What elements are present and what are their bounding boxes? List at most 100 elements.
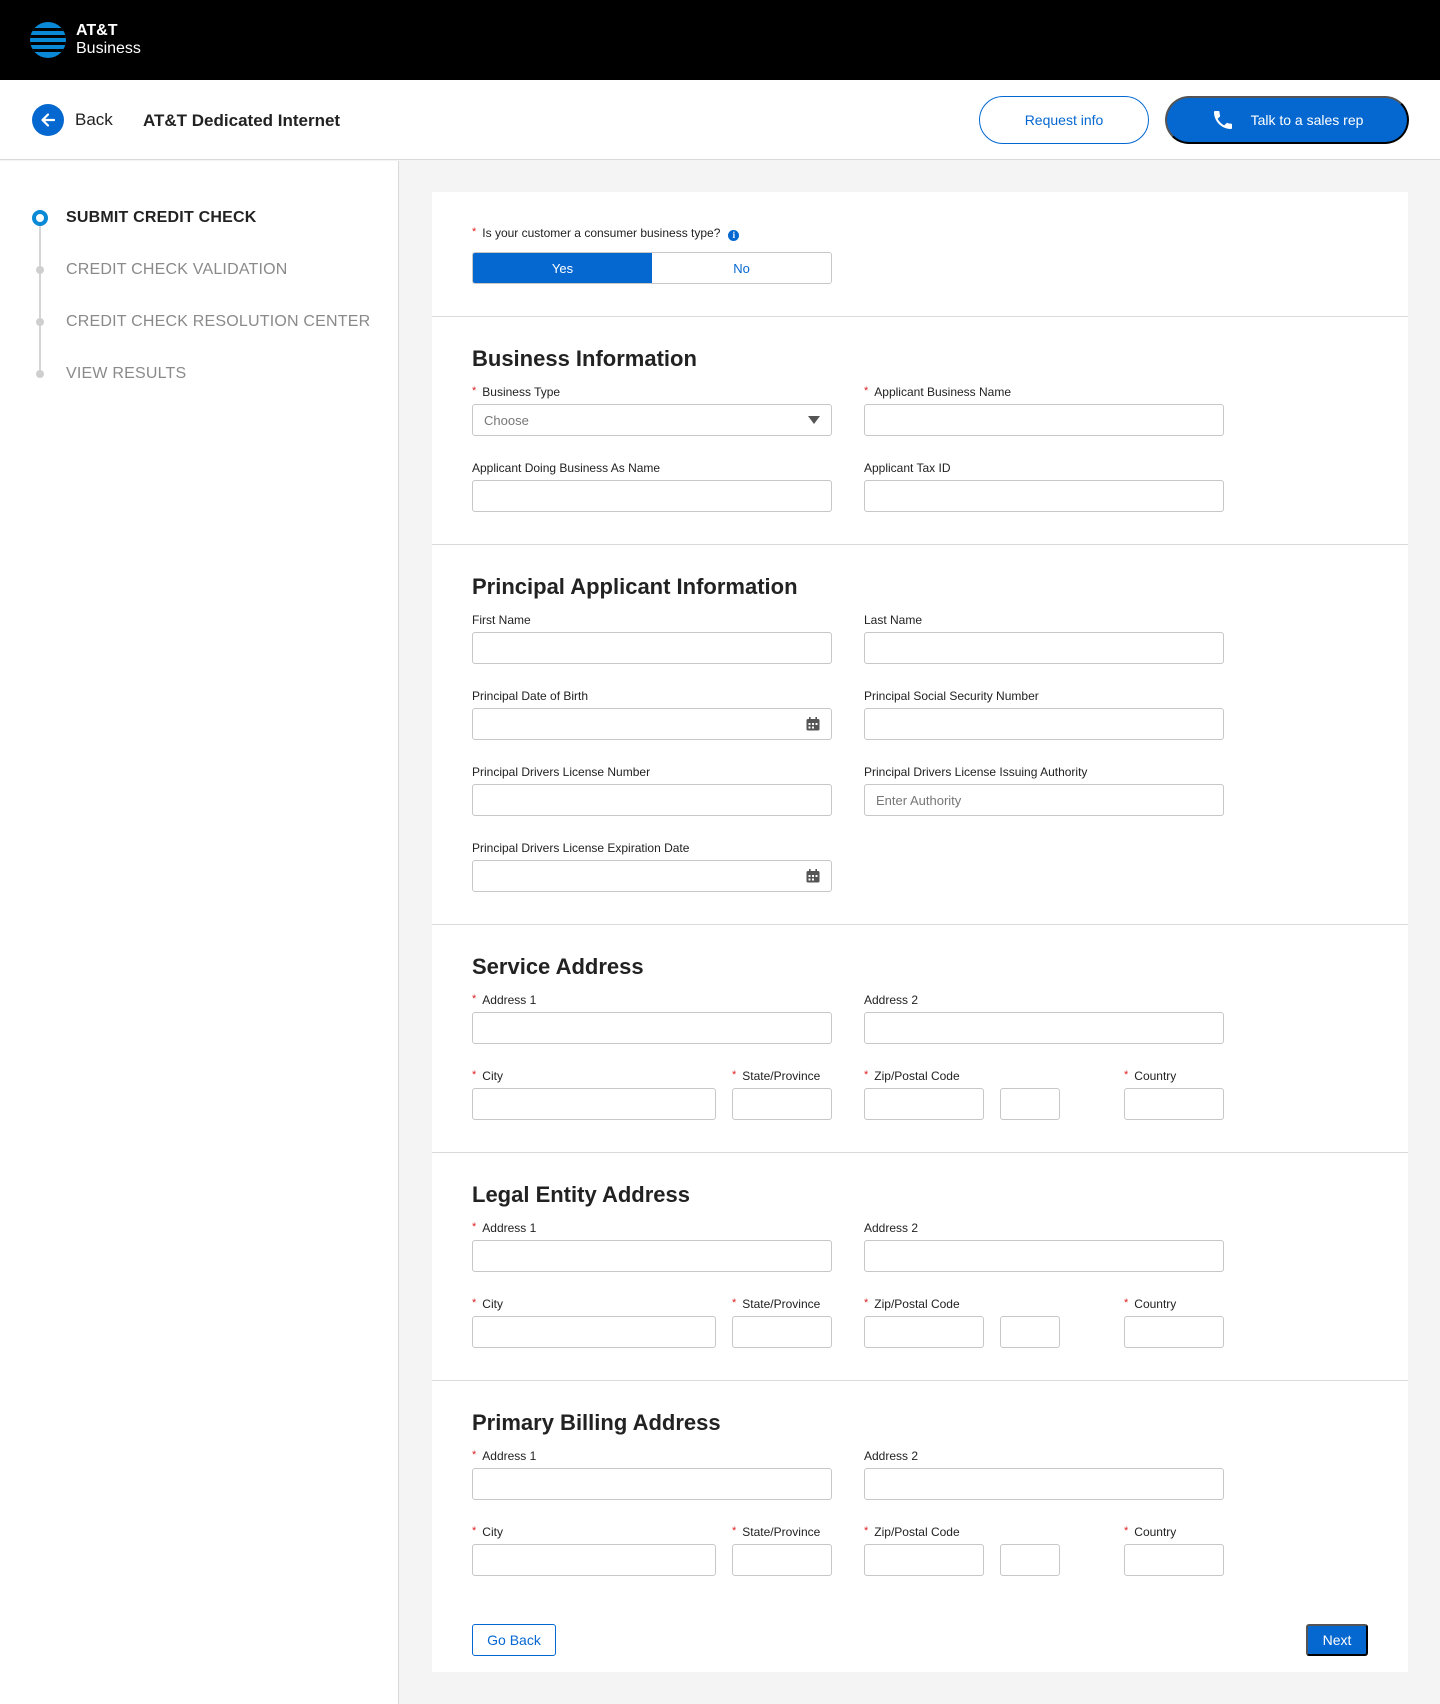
license-expiration-input[interactable] xyxy=(472,860,832,892)
step-indicator xyxy=(36,318,44,326)
service-zip-input[interactable] xyxy=(864,1088,984,1120)
legal-zip-input[interactable] xyxy=(864,1316,984,1348)
license-authority-input[interactable]: Enter Authority xyxy=(864,784,1224,816)
chevron-down-icon xyxy=(808,416,820,424)
service-city-label: * City xyxy=(472,1069,503,1083)
brand-line-1: AT&T xyxy=(76,22,118,39)
legal-city-input[interactable] xyxy=(472,1316,716,1348)
dba-name-label: Applicant Doing Business As Name xyxy=(472,461,661,475)
service-address2-input[interactable] xyxy=(864,1012,1224,1044)
att-globe-icon xyxy=(30,22,66,58)
dob-input[interactable] xyxy=(472,708,832,740)
tax-id-label: Applicant Tax ID xyxy=(864,461,951,475)
service-address1-input[interactable] xyxy=(472,1012,832,1044)
billing-country-input[interactable] xyxy=(1124,1544,1224,1576)
billing-zip-label: * Zip/Postal Code xyxy=(864,1525,960,1539)
applicant-business-name-input[interactable] xyxy=(864,404,1224,436)
step-indicator xyxy=(36,370,44,378)
service-country-input[interactable] xyxy=(1124,1088,1224,1120)
info-icon[interactable]: i xyxy=(728,230,740,241)
att-business-logo[interactable]: AT&T Business xyxy=(30,22,141,58)
billing-state-label: * State/Province xyxy=(732,1525,821,1539)
service-state-input[interactable] xyxy=(732,1088,832,1120)
step-label: SUBMIT CREDIT CHECK xyxy=(66,209,257,226)
business-type-label: * Business Type xyxy=(472,385,561,399)
back-label: Back xyxy=(75,110,113,129)
calendar-icon[interactable] xyxy=(806,869,820,883)
billing-zip-extension-input[interactable] xyxy=(1000,1544,1060,1576)
section-divider xyxy=(432,544,1408,545)
sub-header: Back AT&T Dedicated Internet Request inf… xyxy=(0,80,1440,160)
legal-country-label: * Country xyxy=(1124,1297,1177,1311)
legal-country-input[interactable] xyxy=(1124,1316,1224,1348)
billing-country-label: * Country xyxy=(1124,1525,1177,1539)
step-label: VIEW RESULTS xyxy=(66,365,187,382)
first-name-label: First Name xyxy=(472,613,531,627)
step-indicator xyxy=(36,266,44,274)
service-state-label: * State/Province xyxy=(732,1069,821,1083)
license-expiration-label: Principal Drivers License Expiration Dat… xyxy=(472,841,690,855)
legal-address1-label: * Address 1 xyxy=(472,1221,537,1235)
billing-address-title: Primary Billing Address xyxy=(472,1410,721,1435)
license-number-label: Principal Drivers License Number xyxy=(472,765,651,779)
step-view-results[interactable]: VIEW RESULTS xyxy=(33,365,186,383)
legal-address-title: Legal Entity Address xyxy=(472,1182,691,1207)
service-zip-extension-input[interactable] xyxy=(1000,1088,1060,1120)
toggle-no[interactable]: No xyxy=(652,253,831,283)
billing-city-label: * City xyxy=(472,1525,503,1539)
legal-address1-input[interactable] xyxy=(472,1240,832,1272)
ssn-input[interactable] xyxy=(864,708,1224,740)
credit-check-form: * Is your customer a consumer business ty… xyxy=(432,192,1408,1672)
billing-state-input[interactable] xyxy=(732,1544,832,1576)
step-label: CREDIT CHECK RESOLUTION CENTER xyxy=(66,313,371,330)
dob-label: Principal Date of Birth xyxy=(472,689,589,703)
business-info-title: Business Information xyxy=(472,346,697,371)
step-label: CREDIT CHECK VALIDATION xyxy=(66,261,288,278)
stepper-line xyxy=(39,219,41,374)
business-type-value: Choose xyxy=(484,412,529,428)
toggle-yes[interactable]: Yes xyxy=(473,253,652,283)
business-type-select[interactable]: Choose xyxy=(472,404,832,436)
billing-zip-input[interactable] xyxy=(864,1544,984,1576)
service-city-input[interactable] xyxy=(472,1088,716,1120)
tax-id-input[interactable] xyxy=(864,480,1224,512)
phone-icon xyxy=(1211,108,1235,132)
legal-address2-label: Address 2 xyxy=(864,1221,919,1235)
section-divider xyxy=(432,924,1408,925)
consumer-business-toggle: Yes No xyxy=(472,252,832,284)
progress-sidebar: SUBMIT CREDIT CHECK CREDIT CHECK VALIDAT… xyxy=(0,161,399,1704)
legal-zip-extension-input[interactable] xyxy=(1000,1316,1060,1348)
billing-address1-input[interactable] xyxy=(472,1468,832,1500)
legal-zip-label: * Zip/Postal Code xyxy=(864,1297,960,1311)
section-divider xyxy=(432,1380,1408,1381)
step-submit-credit-check[interactable]: SUBMIT CREDIT CHECK xyxy=(32,209,257,227)
calendar-icon[interactable] xyxy=(806,717,820,731)
billing-city-input[interactable] xyxy=(472,1544,716,1576)
dba-name-input[interactable] xyxy=(472,480,832,512)
step-credit-check-resolution-center[interactable]: CREDIT CHECK RESOLUTION CENTER xyxy=(33,313,370,331)
back-button[interactable]: Back xyxy=(32,104,113,136)
request-info-button[interactable]: Request info xyxy=(979,96,1149,144)
go-back-button[interactable]: Go Back xyxy=(472,1624,556,1656)
next-button[interactable]: Next xyxy=(1306,1624,1368,1656)
legal-city-label: * City xyxy=(472,1297,503,1311)
first-name-input[interactable] xyxy=(472,632,832,664)
legal-state-label: * State/Province xyxy=(732,1297,821,1311)
service-address1-label: * Address 1 xyxy=(472,993,537,1007)
legal-state-input[interactable] xyxy=(732,1316,832,1348)
legal-address2-input[interactable] xyxy=(864,1240,1224,1272)
principal-info-title: Principal Applicant Information xyxy=(472,574,798,599)
talk-to-sales-rep-button[interactable]: Talk to a sales rep xyxy=(1165,96,1409,144)
last-name-label: Last Name xyxy=(864,613,923,627)
section-divider xyxy=(432,316,1408,317)
section-divider xyxy=(432,1152,1408,1153)
last-name-input[interactable] xyxy=(864,632,1224,664)
step-credit-check-validation[interactable]: CREDIT CHECK VALIDATION xyxy=(33,261,288,279)
brand-line-2: Business xyxy=(76,40,141,57)
billing-address1-label: * Address 1 xyxy=(472,1449,537,1463)
billing-address2-input[interactable] xyxy=(864,1468,1224,1500)
license-number-input[interactable] xyxy=(472,784,832,816)
step-active-indicator xyxy=(32,210,48,226)
top-bar: AT&T Business xyxy=(0,0,1440,80)
service-address-title: Service Address xyxy=(472,954,644,979)
